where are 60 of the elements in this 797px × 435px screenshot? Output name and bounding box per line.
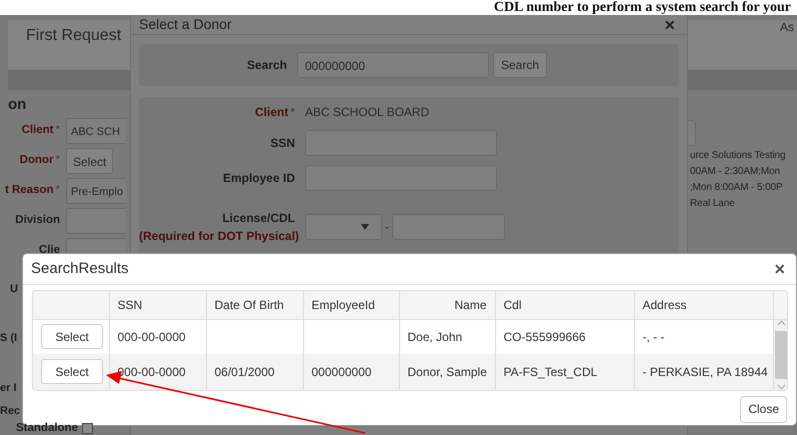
field-label: t Reason: [4, 184, 54, 196]
field-label: U: [10, 282, 18, 297]
dialog-title: Select a Donor: [139, 15, 232, 34]
column-header: SSN: [109, 291, 206, 319]
dialog-title: SearchResults: [31, 258, 129, 279]
info-text: Real Lane: [690, 197, 736, 211]
table-cell: - PERKASIE, PA 18944: [634, 354, 773, 390]
field-label: Client: [22, 124, 54, 136]
required-mark: *: [56, 184, 60, 196]
field-label: Client: [254, 105, 288, 119]
section-title: on: [8, 95, 26, 115]
search-label: Search: [246, 57, 288, 74]
table-cell: PA-FS_Test_CDL: [495, 354, 634, 390]
checkbox[interactable]: [82, 423, 93, 434]
field-label: Employee ID: [222, 170, 296, 187]
select-button[interactable]: Select: [66, 148, 114, 174]
close-button[interactable]: ×: [771, 260, 788, 278]
field-label: Rec: [0, 404, 20, 419]
field-label: Division: [15, 214, 60, 226]
required-mark: *: [56, 124, 60, 136]
column-header: Cdl: [495, 291, 634, 319]
scroll-down-icon[interactable]: [777, 384, 786, 390]
table-cell: 06/01/2000: [206, 354, 303, 390]
state-select[interactable]: [305, 214, 382, 240]
input-field[interactable]: Pre-Emplo: [66, 178, 126, 204]
field-label: License/CDL: [221, 210, 295, 227]
required-mark: *: [56, 154, 60, 166]
select-button[interactable]: Select: [41, 359, 103, 384]
info-text: 00AM - 2:30AM;Mon: [690, 165, 782, 179]
field-label: SSN: [269, 135, 296, 152]
close-button[interactable]: Close: [740, 396, 787, 422]
column-header: EmployeeId: [303, 291, 399, 319]
column-header: Name: [399, 291, 495, 319]
field-label: Donor: [20, 154, 54, 166]
search-button[interactable]: Search: [493, 52, 548, 78]
table-cell: 000-00-0000: [109, 354, 206, 390]
field-label: Standalone: [16, 421, 78, 435]
page-title: First Request: [26, 26, 122, 46]
table-cell: Donor, Sample: [399, 354, 495, 390]
search-field[interactable]: 000000000: [297, 52, 489, 78]
column-header: Date Of Birth: [206, 291, 303, 319]
info-text: urce Solutions Testing: [690, 149, 786, 163]
required-mark: *: [290, 105, 295, 119]
field-label: er I: [0, 381, 17, 396]
field-label: Clie: [38, 244, 60, 256]
scrollbar[interactable]: [774, 320, 787, 390]
field-label: S (I: [0, 331, 18, 346]
close-button[interactable]: ×: [660, 16, 679, 34]
table-cell: 000000000: [303, 354, 399, 390]
input-field[interactable]: ABC SCH: [66, 118, 126, 144]
select-button[interactable]: Select: [41, 324, 103, 350]
header-text: As: [780, 19, 794, 36]
client-value: ABC SCHOOL BOARD: [305, 104, 430, 121]
scroll-thumb[interactable]: [774, 330, 787, 378]
info-text: ;Mon 8:00AM - 5:00P: [690, 181, 784, 195]
caret-icon: [361, 224, 369, 230]
banner-text: CDL number to perform a system search for your: [494, 0, 791, 15]
separator-text: -: [385, 219, 389, 236]
scroll-up-icon[interactable]: [777, 320, 786, 326]
column-header: Address: [634, 291, 773, 319]
